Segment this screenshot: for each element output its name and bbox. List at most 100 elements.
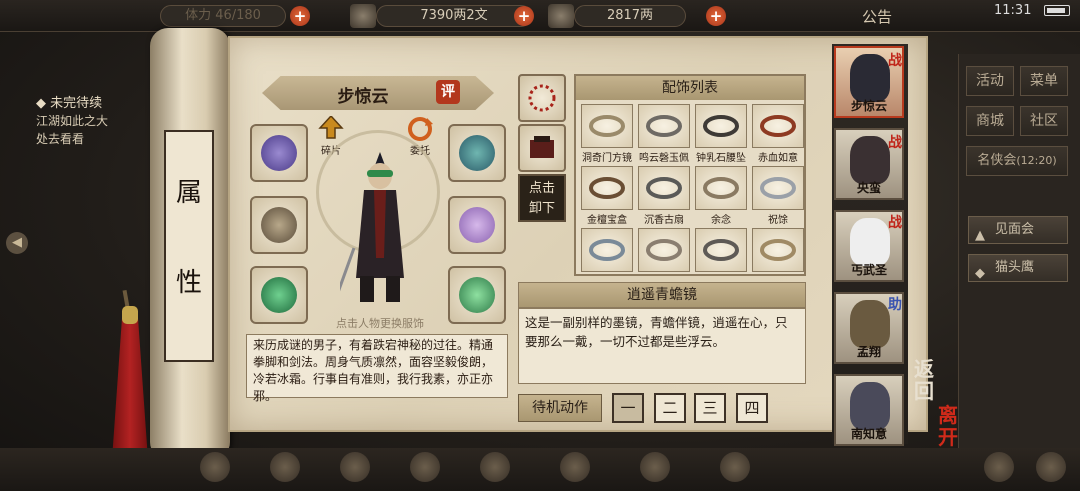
idle-action-1-button[interactable]: 一 [612, 393, 644, 423]
expand-left-arrow-icon[interactable]: ◀ [6, 232, 28, 254]
role-tag-assist: 助 [888, 297, 902, 313]
roster-name: 央蛮 [856, 181, 881, 195]
unequip-button[interactable]: 点击 卸下 [518, 174, 566, 222]
equip-slot-ring[interactable] [250, 266, 308, 324]
stamina-display: 体力 46/180 [160, 5, 286, 27]
accessory-list: 配饰列表 洞奇门方镜 鸣云磬玉佩 钟乳石腰坠 赤血如意 金檀宝盒 沉香古扇 余念 祝馀 [574, 74, 806, 276]
equip-slot-weapon[interactable] [250, 196, 308, 254]
roster-name: 步惊云 [850, 99, 887, 113]
nav-icon-3[interactable] [340, 452, 370, 482]
tab-accessory-necklace[interactable] [518, 74, 566, 122]
nav-icon-9[interactable] [984, 452, 1014, 482]
gloves-icon [261, 135, 297, 171]
avatar [850, 382, 890, 430]
accessory-item-label: 洞奇门方镜 [582, 153, 632, 164]
accessory-item-frame [752, 228, 804, 272]
accessory-item[interactable]: 祝馀 [752, 166, 804, 226]
add-gold-button[interactable]: + [706, 6, 726, 26]
accessory-item[interactable]: 赤血如意 [752, 104, 804, 164]
accessory-item[interactable] [695, 228, 747, 273]
weapon-icon [261, 207, 297, 243]
accessory-item-label: 余念 [711, 215, 731, 226]
quest-title[interactable]: ◆ 未完待续 [36, 92, 102, 111]
scroll-title-frame [164, 130, 214, 362]
bottom-nav-bar [0, 448, 1080, 491]
avatar [850, 54, 890, 102]
fame-meeting-button[interactable]: 名侠会(12:20) [966, 146, 1068, 176]
accessory-item-label: 金檀宝盒 [587, 215, 627, 226]
accessory-item[interactable]: 鸣云磬玉佩 [638, 104, 690, 164]
quest-line-2: 处去看看 [36, 132, 85, 146]
add-silver-button[interactable]: + [514, 6, 534, 26]
idle-action-4-button[interactable]: 四 [736, 393, 768, 423]
tassel-knob [122, 306, 138, 324]
accessory-item[interactable] [752, 228, 804, 273]
accessory-item-label: 赤血如意 [758, 153, 798, 164]
equip-slot-armor[interactable] [448, 196, 506, 254]
toad-accessory-icon [459, 277, 495, 313]
fame-label: 名侠会 [977, 153, 1017, 168]
belt-icon [646, 115, 682, 137]
accessory-item-frame [695, 228, 747, 272]
accessory-item[interactable] [638, 228, 690, 273]
equip-slot-gloves[interactable] [250, 124, 308, 182]
idle-action-label: 待机动作 [518, 394, 602, 422]
character-portrait[interactable] [340, 148, 420, 308]
community-button[interactable]: 社区 [1020, 106, 1068, 136]
armor-icon [459, 207, 495, 243]
accessory-item[interactable] [581, 228, 633, 273]
leave-button[interactable]: 离开 [936, 404, 960, 448]
accessory-item-frame [581, 228, 633, 272]
nav-icon-5[interactable] [480, 452, 510, 482]
accessory-item-frame [638, 166, 690, 210]
belt-icon [646, 239, 682, 261]
idle-action-2-button[interactable]: 二 [654, 393, 686, 423]
nav-icon-1[interactable] [200, 452, 230, 482]
accessory-item[interactable]: 沉香古扇 [638, 166, 690, 226]
nav-icon-10[interactable] [1036, 452, 1066, 482]
role-tag-battle: 战 [888, 135, 902, 151]
accessory-item-frame [752, 104, 804, 148]
nav-icon-4[interactable] [410, 452, 440, 482]
idle-action-3-button[interactable]: 三 [694, 393, 726, 423]
roster-card-4[interactable]: 南知意 [834, 374, 904, 446]
nav-icon-8[interactable] [720, 452, 750, 482]
accessory-item[interactable]: 钟乳石腰坠 [695, 104, 747, 164]
meet-button[interactable]: ▲ 见面会 [968, 216, 1068, 244]
nav-icon-2[interactable] [270, 452, 300, 482]
accessory-item[interactable]: 洞奇门方镜 [581, 104, 633, 164]
activity-button[interactable]: 活动 [966, 66, 1014, 96]
belt-icon [589, 239, 625, 261]
menu-button[interactable]: 菜单 [1020, 66, 1068, 96]
accessory-item[interactable]: 余念 [695, 166, 747, 226]
accessory-item-frame [581, 104, 633, 148]
equip-slot-helmet[interactable] [448, 124, 506, 182]
scroll-title-char-1: 属 [175, 178, 202, 208]
nav-icon-7[interactable] [640, 452, 670, 482]
beads-icon [528, 84, 556, 112]
fragment-arrow-icon[interactable] [318, 116, 344, 144]
tab-accessory-box[interactable] [518, 124, 566, 172]
unequip-line-2: 卸下 [528, 201, 555, 216]
gold-icon [548, 4, 574, 28]
roster-name: 丐武圣 [850, 263, 887, 277]
owl-button[interactable]: ◆ 猫头鹰 [968, 254, 1068, 282]
rate-button[interactable]: 评 [436, 80, 460, 104]
avatar [850, 218, 890, 266]
unequip-line-1: 点击 [528, 181, 555, 196]
role-tag-battle: 战 [888, 53, 902, 69]
owl-icon: ◆ [975, 266, 985, 281]
shop-button[interactable]: 商城 [966, 106, 1014, 136]
role-tag-battle: 战 [888, 215, 902, 231]
nav-icon-6[interactable] [560, 452, 590, 482]
add-stamina-button[interactable]: + [290, 6, 310, 26]
accessory-name: 逍遥青蟾镜 [518, 282, 806, 308]
notice-button[interactable]: 公告 [862, 6, 892, 27]
character-name: 步惊云 [337, 87, 389, 107]
accessory-item-label: 沉香古扇 [644, 215, 684, 226]
gold-display: 2817两 [574, 5, 686, 27]
belt-icon [703, 177, 739, 199]
accessory-item[interactable]: 金檀宝盒 [581, 166, 633, 226]
equip-slot-accessory[interactable] [448, 266, 506, 324]
back-button[interactable]: 返回 [912, 358, 936, 402]
